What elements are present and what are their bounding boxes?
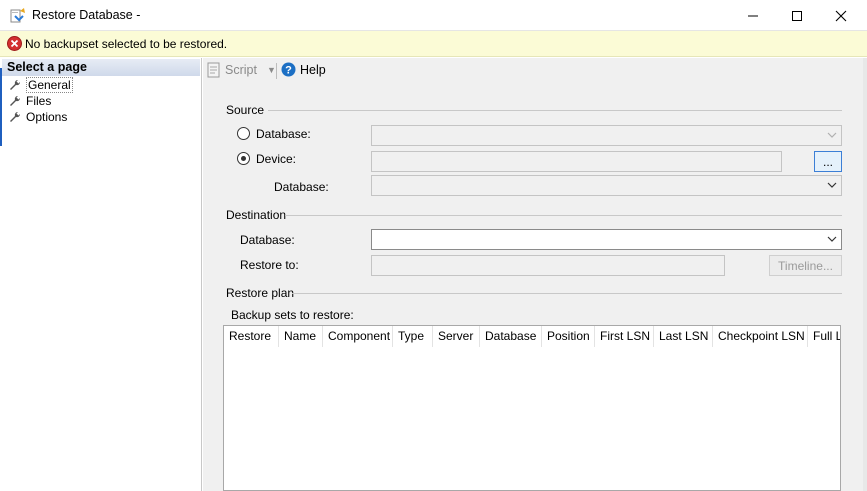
- page-item-general[interactable]: General: [9, 77, 73, 93]
- destination-header: Destination: [226, 208, 287, 222]
- wrench-icon: [10, 95, 21, 106]
- destination-database-label: Database:: [240, 233, 295, 247]
- device-database-label: Database:: [274, 180, 329, 194]
- column-header-server[interactable]: Server: [433, 326, 480, 347]
- minimize-button[interactable]: [731, 0, 775, 31]
- chevron-down-icon: [827, 132, 837, 138]
- browse-device-button[interactable]: ...: [814, 151, 842, 172]
- help-button[interactable]: ? Help: [281, 62, 326, 77]
- close-icon: [835, 10, 847, 21]
- restore-to-label: Restore to:: [240, 258, 299, 272]
- column-header-database[interactable]: Database: [480, 326, 542, 347]
- page-item-label: General: [26, 77, 73, 93]
- script-button[interactable]: Script ▼: [207, 62, 276, 78]
- source-divider: [268, 110, 842, 111]
- column-header-first-lsn[interactable]: First LSN: [595, 326, 654, 347]
- column-header-name[interactable]: Name: [279, 326, 323, 347]
- restore-plan-header: Restore plan: [226, 286, 295, 300]
- title-bar: Restore Database -: [0, 0, 867, 31]
- help-label: Help: [300, 62, 326, 77]
- device-database-combo[interactable]: [371, 175, 842, 196]
- source-database-radio[interactable]: [237, 127, 250, 140]
- page-item-options[interactable]: Options: [9, 109, 67, 125]
- close-button[interactable]: [819, 0, 863, 31]
- restore-database-icon: [10, 8, 25, 23]
- toolbar-separator: [276, 63, 277, 79]
- wrench-icon: [10, 111, 21, 122]
- chevron-down-icon: [827, 182, 837, 188]
- wrench-icon: [10, 79, 21, 90]
- source-database-combo[interactable]: [371, 125, 842, 146]
- page-item-label: Files: [26, 94, 52, 108]
- timeline-button[interactable]: Timeline...: [769, 255, 842, 276]
- destination-database-combo[interactable]: [371, 229, 842, 250]
- column-header-component[interactable]: Component: [323, 326, 393, 347]
- backup-sets-label: Backup sets to restore:: [231, 308, 354, 322]
- column-header-restore[interactable]: Restore: [224, 326, 279, 347]
- column-header-type[interactable]: Type: [393, 326, 433, 347]
- device-path-field[interactable]: [371, 151, 782, 172]
- message-bar: No backupset selected to be restored.: [0, 31, 867, 57]
- script-label: Script: [225, 63, 257, 77]
- source-database-label: Database:: [256, 127, 311, 141]
- backup-sets-grid[interactable]: Restore Name Component Type Server Datab…: [223, 325, 841, 491]
- select-page-header: Select a page: [2, 59, 200, 76]
- column-header-full-lsn[interactable]: Full LSN: [808, 326, 840, 347]
- message-text: No backupset selected to be restored.: [25, 37, 228, 51]
- error-icon: [7, 36, 22, 51]
- toolbar: Script ▼ ? Help: [203, 58, 863, 84]
- source-device-label: Device:: [256, 152, 297, 166]
- column-header-checkpoint-lsn[interactable]: Checkpoint LSN: [713, 326, 808, 347]
- maximize-icon: [792, 10, 802, 21]
- page-item-label: Options: [26, 110, 68, 124]
- chevron-down-icon: [827, 236, 837, 242]
- script-icon: [207, 62, 220, 78]
- select-page-pane: Select a page General Files Options: [0, 58, 202, 491]
- maximize-button[interactable]: [775, 0, 819, 31]
- grid-header: Restore Name Component Type Server Datab…: [224, 326, 840, 347]
- source-device-radio[interactable]: [237, 152, 250, 165]
- svg-text:?: ?: [285, 65, 292, 77]
- vertical-scrollbar[interactable]: [863, 58, 867, 491]
- minimize-icon: [748, 15, 758, 16]
- window-edge-accent: [0, 68, 2, 146]
- column-header-last-lsn[interactable]: Last LSN: [654, 326, 713, 347]
- source-header: Source: [226, 103, 265, 117]
- restore-plan-divider: [292, 293, 842, 294]
- column-header-position[interactable]: Position: [542, 326, 595, 347]
- window-title: Restore Database -: [32, 8, 141, 22]
- destination-divider: [285, 215, 842, 216]
- help-icon: ?: [281, 62, 296, 77]
- restore-to-field[interactable]: [371, 255, 725, 276]
- page-item-files[interactable]: Files: [9, 93, 51, 109]
- chevron-down-icon[interactable]: ▼: [267, 65, 276, 75]
